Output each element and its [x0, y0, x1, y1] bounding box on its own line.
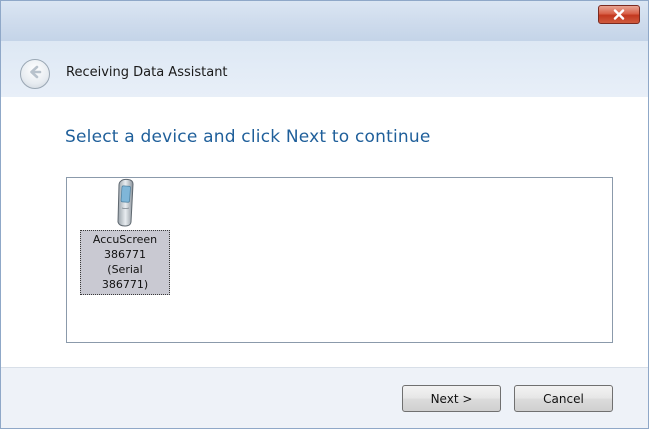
close-icon [613, 9, 625, 20]
device-item[interactable]: AccuScreen 386771 (Serial 386771) [77, 178, 173, 295]
cancel-button[interactable]: Cancel [514, 385, 613, 412]
wizard-content: Select a device and click Next to contin… [1, 97, 648, 367]
handheld-device-icon [77, 178, 173, 228]
back-button[interactable] [20, 59, 50, 89]
receiving-data-assistant-window: Receiving Data Assistant Select a device… [0, 0, 649, 429]
wizard-header: Receiving Data Assistant [1, 41, 648, 97]
back-arrow-icon [27, 64, 43, 84]
close-button[interactable] [598, 5, 640, 24]
device-list[interactable]: AccuScreen 386771 (Serial 386771) [66, 177, 613, 343]
instruction-text: Select a device and click Next to contin… [65, 127, 431, 147]
title-bar[interactable] [1, 1, 648, 41]
device-label: AccuScreen 386771 (Serial 386771) [80, 230, 170, 295]
wizard-footer: Next > Cancel [1, 367, 648, 428]
wizard-title: Receiving Data Assistant [66, 65, 228, 80]
next-button[interactable]: Next > [402, 385, 501, 412]
